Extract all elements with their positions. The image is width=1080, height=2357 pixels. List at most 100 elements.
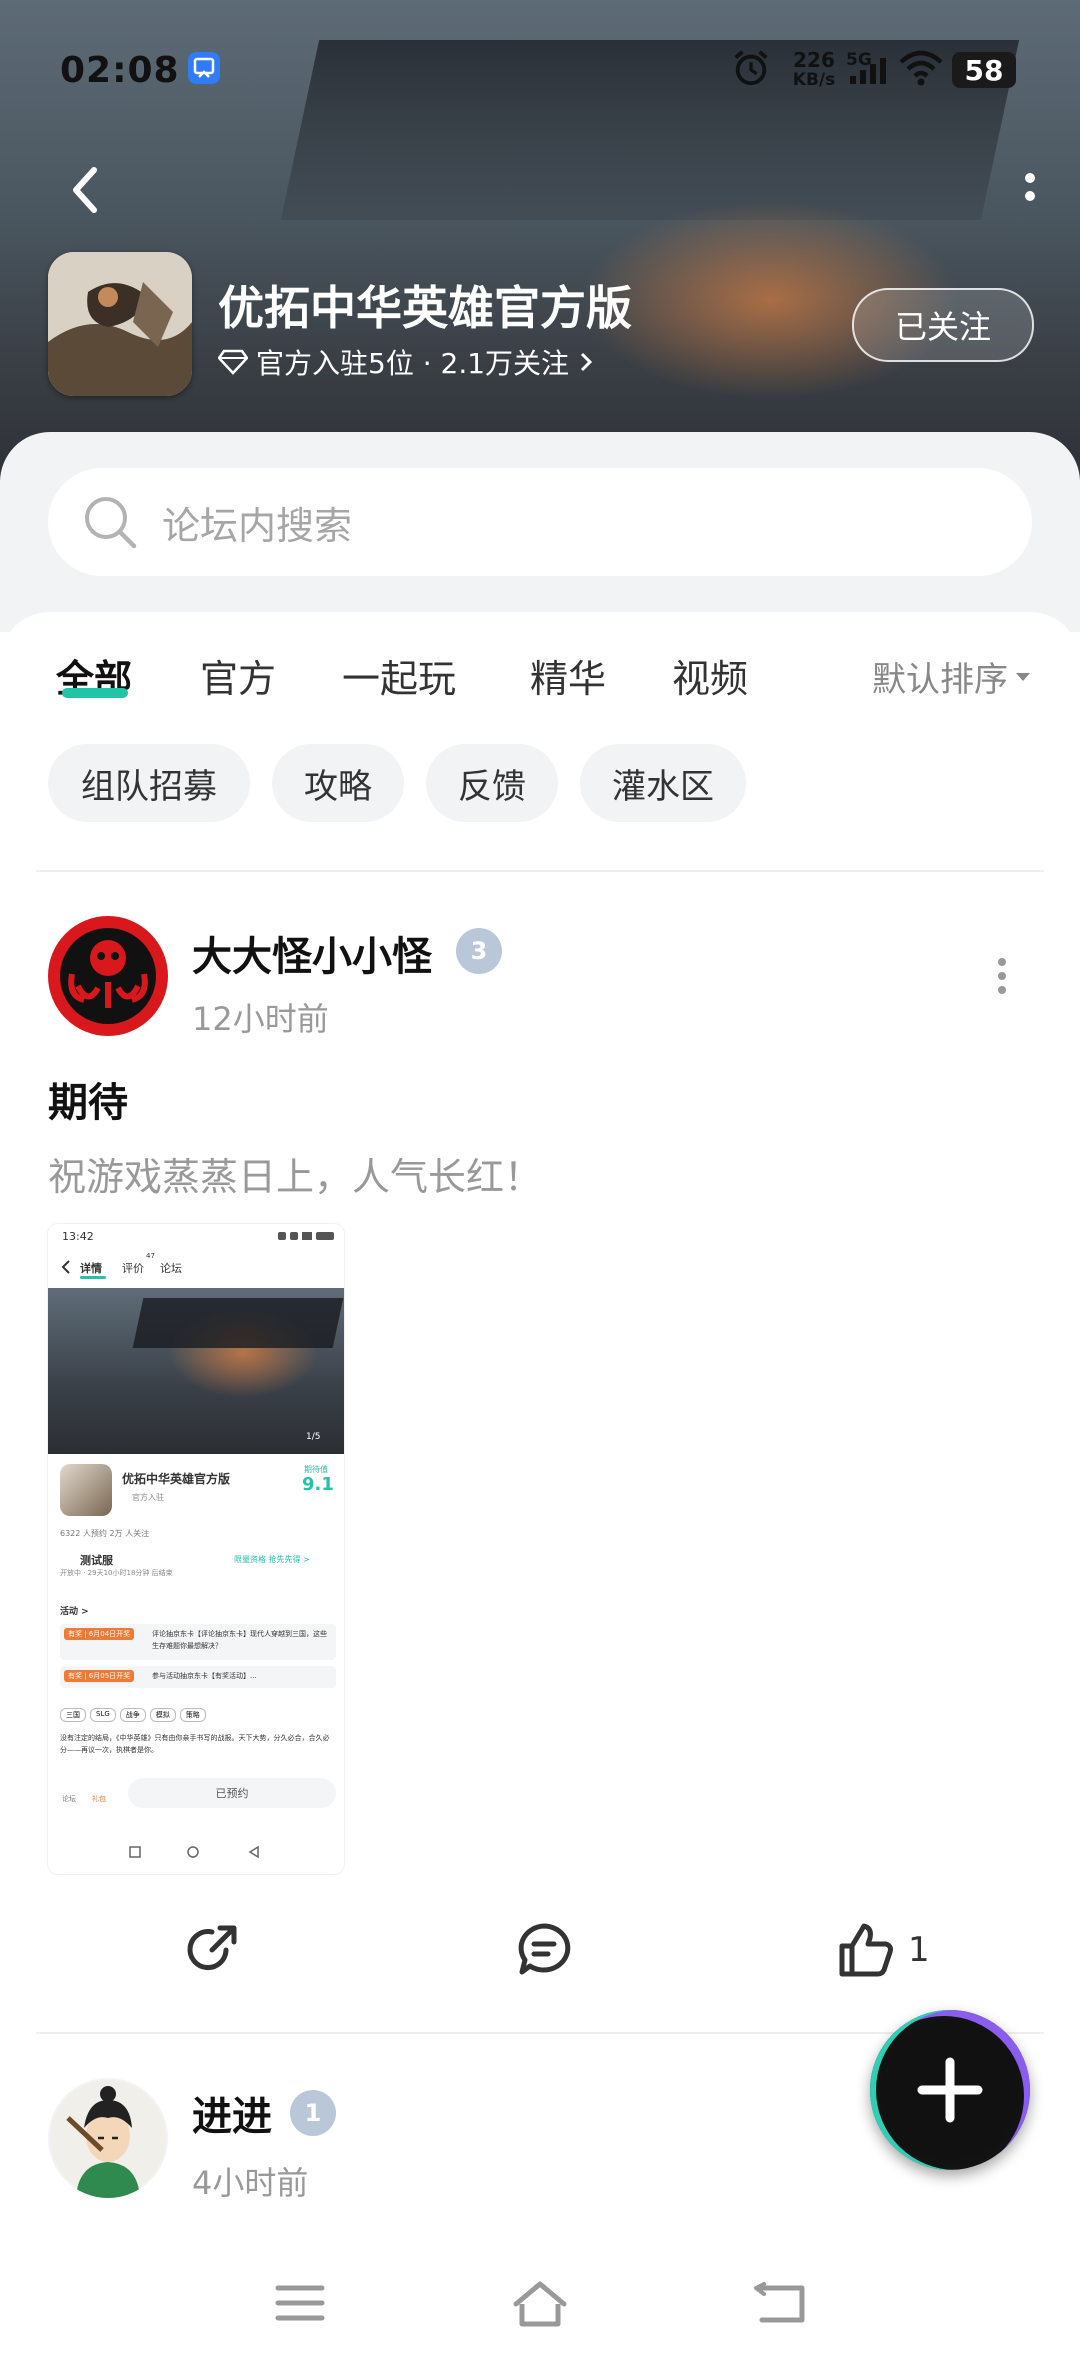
post-author[interactable]: 进进 xyxy=(192,2084,272,2142)
avatar-art xyxy=(50,918,166,1034)
shot-tab-forum: 论坛 xyxy=(160,1262,182,1275)
back-icon[interactable] xyxy=(58,160,118,220)
shot-image-counter: 1/5 xyxy=(306,1432,321,1442)
comment-button[interactable] xyxy=(514,1920,574,1980)
shot-tab-detail: 详情 xyxy=(80,1262,102,1275)
shot-tag: 三国 xyxy=(60,1708,86,1722)
app-sub-info[interactable]: 官方入驻5位 · 2.1万关注 xyxy=(218,342,595,382)
chip-chat-zone[interactable]: 灌水区 xyxy=(580,744,746,822)
follow-button[interactable]: 已关注 xyxy=(852,288,1034,362)
plus-icon xyxy=(917,2057,983,2123)
shot-reserve-label: 已预约 xyxy=(215,1787,249,1800)
app-icon xyxy=(48,252,192,396)
shot-reserve-button: 已预约 xyxy=(128,1778,336,1808)
create-post-button[interactable] xyxy=(870,2010,1030,2170)
chip-feedback[interactable]: 反馈 xyxy=(426,744,558,822)
chevron-right-icon xyxy=(580,352,593,372)
shot-bottom-forum: 论坛 xyxy=(62,1795,76,1803)
post-time: 12小时前 xyxy=(192,1000,329,1038)
shot-activity-1: 有奖 | 6月04日开奖 评论抽京东卡【评论抽京东卡】现代人穿越到三国，这些生存… xyxy=(60,1624,336,1660)
share-icon xyxy=(187,1925,237,1971)
network-speed: 226 KB/s xyxy=(786,50,842,90)
chip-guide[interactable]: 攻略 xyxy=(272,744,404,822)
wifi-icon xyxy=(899,50,943,86)
shot-activity-2-text: 参与活动抽京东卡【有奖活动】... xyxy=(152,1672,257,1680)
status-time: 02:08 xyxy=(60,50,180,91)
follow-button-label: 已关注 xyxy=(894,308,991,346)
thumbs-up-icon xyxy=(839,1923,893,1977)
shot-test-link: 限量资格 抢先先得 > xyxy=(234,1555,310,1564)
home-icon[interactable] xyxy=(510,2280,570,2328)
post-time: 4小时前 xyxy=(192,2164,309,2202)
battery-indicator: 58 xyxy=(952,52,1016,88)
shot-status-icons xyxy=(278,1232,334,1240)
shot-score: 9.1 xyxy=(302,1474,334,1495)
shot-test-info: 开放中 · 29天10小时18分钟 后结束 xyxy=(60,1569,173,1577)
shot-test-label: 测试服 xyxy=(80,1554,113,1567)
shot-bottom-gift: 礼包 xyxy=(92,1795,106,1803)
post-actions: 1 xyxy=(0,1920,1080,1990)
avatar[interactable] xyxy=(48,2078,168,2198)
app-title: 优拓中华英雄官方版 xyxy=(218,281,632,335)
network-speed-unit: KB/s xyxy=(792,70,836,90)
shot-description: 没有注定的结局，《中华英雄》只有由你亲手书写的战报。天下大势，分久必合，合久必分… xyxy=(60,1734,330,1754)
shot-back-icon xyxy=(61,1260,70,1274)
alarm-icon xyxy=(734,50,768,86)
chip-team-recruit[interactable]: 组队招募 xyxy=(48,744,250,822)
level-badge: 3 xyxy=(456,928,502,974)
sort-dropdown[interactable]: 默认排序 xyxy=(872,652,1032,701)
shot-tag: 模拟 xyxy=(149,1708,176,1722)
shot-app-name: 优拓中华英雄官方版 xyxy=(122,1472,231,1486)
shot-tab-review: 评价 xyxy=(122,1262,144,1275)
search-input[interactable]: 论坛内搜索 xyxy=(48,468,1032,576)
shot-status-time: 13:42 xyxy=(62,1230,94,1243)
tab-play-together[interactable]: 一起玩 xyxy=(342,648,456,703)
system-navigation-bar xyxy=(0,2250,1080,2357)
network-speed-value: 226 xyxy=(793,48,835,72)
tab-featured[interactable]: 精华 xyxy=(530,648,606,703)
avatar[interactable] xyxy=(48,916,168,1036)
tab-video[interactable]: 视频 xyxy=(672,648,748,703)
shot-tag-list: 三国 SLG 战争 模拟 策略 xyxy=(60,1708,206,1722)
active-tab-indicator xyxy=(62,688,128,698)
level-badge: 1 xyxy=(290,2090,336,2136)
menu-icon[interactable] xyxy=(272,2280,328,2326)
avatar-art xyxy=(50,2080,166,2198)
shot-activity-2-tag: 有奖 | 6月05日开奖 xyxy=(64,1670,135,1682)
diamond-icon xyxy=(218,349,248,375)
shot-banner: 1/5 xyxy=(48,1288,344,1454)
shot-tab-indicator xyxy=(80,1276,106,1279)
battery-level: 58 xyxy=(964,53,1004,87)
like-count: 1 xyxy=(908,1930,930,1970)
shot-nav-bar xyxy=(129,1845,259,1859)
sort-label: 默认排序 xyxy=(872,660,1008,700)
sub-info-text: 官方入驻5位 · 2.1万关注 xyxy=(256,347,570,380)
shot-tag: 策略 xyxy=(179,1708,206,1722)
comment-icon xyxy=(518,1923,571,1975)
post-title[interactable]: 期待 xyxy=(48,1070,128,1128)
post-body[interactable]: 祝游戏蒸蒸日上，人气长红！ xyxy=(48,1146,542,1201)
shot-tag: SLG xyxy=(90,1708,116,1722)
shot-banner-roof xyxy=(132,1298,344,1348)
level-badge-value: 1 xyxy=(304,2099,322,2127)
notification-app-icon xyxy=(188,52,220,84)
status-bar: 02:08 226 KB/s 5G 58 xyxy=(0,0,1080,150)
more-vertical-icon[interactable] xyxy=(1020,168,1040,218)
shot-activity-1-tag: 有奖 | 6月04日开奖 xyxy=(64,1628,135,1640)
post-more-icon[interactable] xyxy=(994,956,1010,996)
post-image[interactable]: 13:42 详情 评价 47 论坛 1/5 优拓中华英雄官方版 官方入驻 期待值… xyxy=(48,1224,344,1874)
level-badge-value: 3 xyxy=(470,937,488,965)
shot-review-count: 47 xyxy=(146,1252,155,1260)
back-nav-icon[interactable] xyxy=(752,2280,808,2326)
post-author[interactable]: 大大怪小小怪 xyxy=(192,924,432,982)
search-icon xyxy=(85,497,137,549)
shot-activity-1-text: 评论抽京东卡【评论抽京东卡】现代人穿越到三国，这些生存难题你最想解决？ xyxy=(152,1630,327,1650)
tab-official[interactable]: 官方 xyxy=(200,648,276,703)
shot-app-icon xyxy=(60,1464,112,1516)
section-divider xyxy=(36,870,1044,872)
like-button[interactable]: 1 xyxy=(836,1920,930,1980)
shot-official-tag: 官方入驻 xyxy=(132,1493,164,1502)
app-icon-art xyxy=(48,252,192,396)
search-placeholder: 论坛内搜索 xyxy=(162,503,353,548)
share-button[interactable] xyxy=(182,1920,242,1980)
